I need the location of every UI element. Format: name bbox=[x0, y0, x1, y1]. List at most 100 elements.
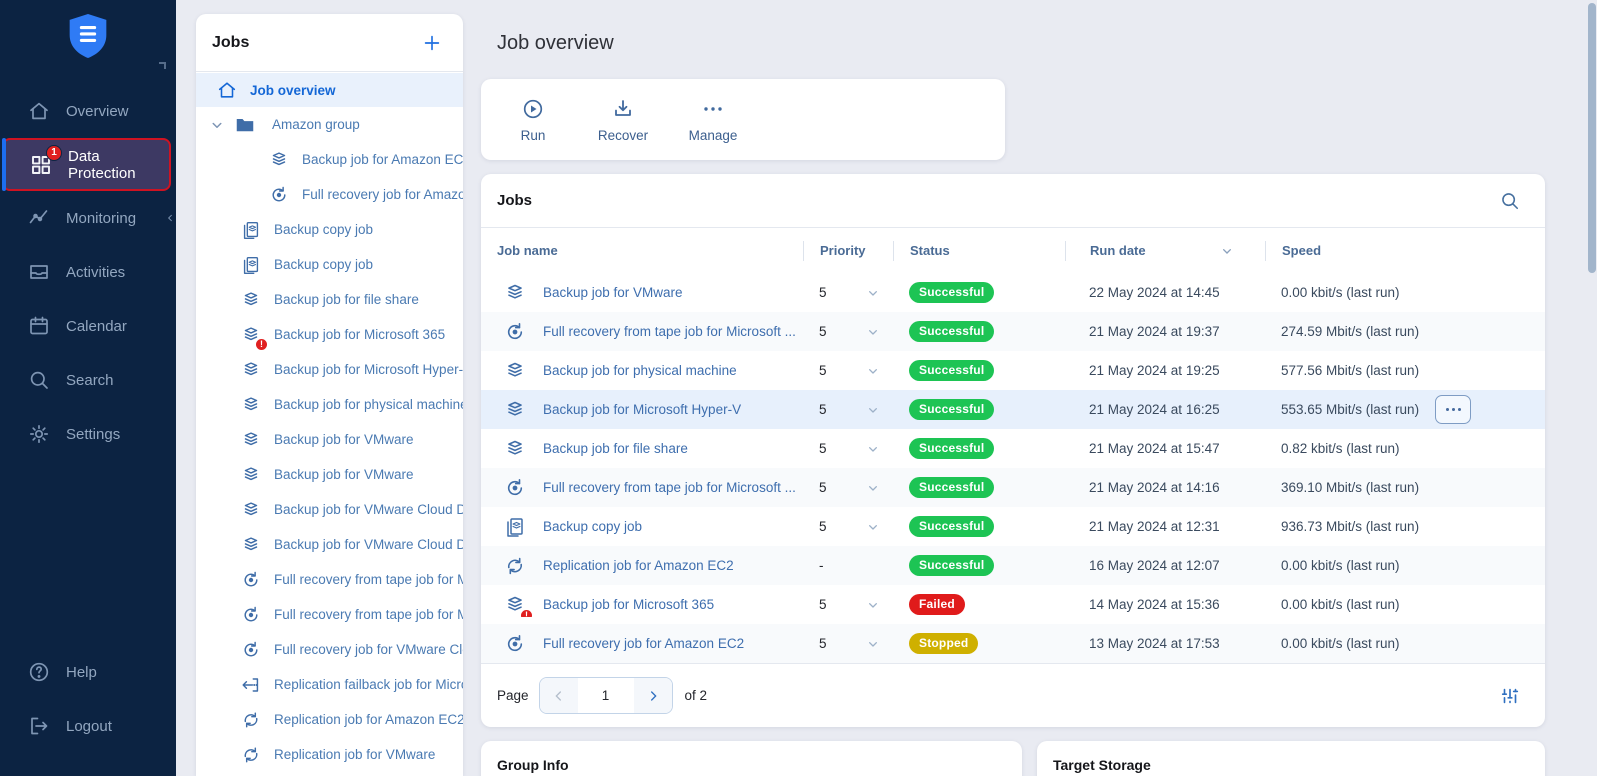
tree-item-amazon-group[interactable]: Amazon group bbox=[196, 107, 463, 142]
column-run-date[interactable]: Run date bbox=[1065, 241, 1265, 261]
priority-cell: 5 bbox=[803, 441, 893, 457]
job-name-cell[interactable]: Backup job for file share bbox=[481, 437, 803, 461]
next-page-button[interactable] bbox=[634, 678, 672, 713]
priority-chevron-down-icon[interactable] bbox=[865, 402, 881, 418]
tree-item-backup-job-for-vmware[interactable]: Backup job for VMware bbox=[196, 422, 463, 457]
search-icon[interactable] bbox=[1499, 190, 1521, 212]
column-status[interactable]: Status bbox=[893, 241, 1065, 261]
job-name-link[interactable]: Backup job for file share bbox=[543, 441, 688, 456]
job-name-cell[interactable]: Replication job for Amazon EC2 bbox=[481, 554, 803, 578]
sidebar-item-help[interactable]: Help bbox=[0, 645, 176, 699]
job-row-full-recovery-from-tape-job-for-microsoft[interactable]: Full recovery from tape job for Microsof… bbox=[481, 312, 1545, 351]
job-row-full-recovery-job-for-amazon-ec2[interactable]: Full recovery job for Amazon EC25Stopped… bbox=[481, 624, 1545, 663]
job-name-link[interactable]: Replication job for Amazon EC2 bbox=[543, 558, 734, 573]
priority-chevron-down-icon[interactable] bbox=[865, 480, 881, 496]
recover-button[interactable]: Recover bbox=[593, 97, 653, 143]
tree-item-backup-job-for-physical-machine[interactable]: Backup job for physical machine bbox=[196, 387, 463, 422]
tree-item-backup-job-for-vmware[interactable]: Backup job for VMware bbox=[196, 457, 463, 492]
tree-item-backup-job-for-amazon-ec2[interactable]: Backup job for Amazon EC2 bbox=[196, 142, 463, 177]
tree-item-full-recovery-job-for-amazon-ec2[interactable]: Full recovery job for Amazon EC2 bbox=[196, 177, 463, 212]
copy-job-icon bbox=[503, 515, 527, 539]
priority-chevron-down-icon[interactable] bbox=[865, 441, 881, 457]
job-name-cell[interactable]: Backup job for physical machine bbox=[481, 359, 803, 383]
job-name-link[interactable]: Backup job for Microsoft 365 bbox=[543, 597, 714, 612]
tree-item-job-overview[interactable]: Job overview bbox=[196, 73, 463, 107]
collapse-chevron-icon[interactable] bbox=[165, 210, 176, 226]
job-row-full-recovery-from-tape-job-for-microsoft[interactable]: Full recovery from tape job for Microsof… bbox=[481, 468, 1545, 507]
priority-chevron-down-icon[interactable] bbox=[865, 285, 881, 301]
job-row-backup-job-for-physical-machine[interactable]: Backup job for physical machine5Successf… bbox=[481, 351, 1545, 390]
priority-chevron-down-icon[interactable] bbox=[865, 636, 881, 652]
toolbar-button-label: Manage bbox=[689, 128, 738, 143]
job-name-link[interactable]: Full recovery from tape job for Microsof… bbox=[543, 480, 796, 495]
priority-chevron-down-icon[interactable] bbox=[865, 324, 881, 340]
row-actions-button[interactable] bbox=[1435, 395, 1471, 424]
tree-item-backup-job-for-microsoft-hyper-v[interactable]: Backup job for Microsoft Hyper-V bbox=[196, 352, 463, 387]
add-job-button[interactable] bbox=[421, 32, 443, 54]
tree-item-replication-failback-job-for-microsof[interactable]: Replication failback job for Microsof bbox=[196, 667, 463, 702]
job-row-backup-job-for-vmware[interactable]: Backup job for VMware5Successful22 May 2… bbox=[481, 273, 1545, 312]
job-name-cell[interactable]: Full recovery job for Amazon EC2 bbox=[481, 632, 803, 656]
tree-item-replication-job-for-vmware[interactable]: Replication job for VMware bbox=[196, 737, 463, 772]
job-row-backup-job-for-microsoft-hyper-v[interactable]: Backup job for Microsoft Hyper-V5Success… bbox=[481, 390, 1545, 429]
sidebar-item-overview[interactable]: Overview bbox=[0, 84, 176, 138]
job-name-link[interactable]: Backup job for VMware bbox=[543, 285, 683, 300]
run-date-cell: 16 May 2024 at 12:07 bbox=[1065, 558, 1265, 573]
gear-icon bbox=[27, 422, 51, 446]
vertical-scrollbar-thumb[interactable] bbox=[1588, 3, 1596, 273]
priority-value: 5 bbox=[819, 519, 827, 534]
group-info-title: Group Info bbox=[497, 757, 1006, 773]
job-row-backup-job-for-file-share[interactable]: Backup job for file share5Successful21 M… bbox=[481, 429, 1545, 468]
job-name-link[interactable]: Backup job for physical machine bbox=[543, 363, 737, 378]
job-name-cell[interactable]: Backup copy job bbox=[481, 515, 803, 539]
chevron-down-icon[interactable] bbox=[208, 116, 226, 134]
column-job-name[interactable]: Job name bbox=[481, 241, 803, 261]
run-date-cell: 21 May 2024 at 12:31 bbox=[1065, 519, 1265, 534]
tree-item-full-recovery-from-tape-job-for-micr[interactable]: Full recovery from tape job for Micr bbox=[196, 562, 463, 597]
manage-button[interactable]: Manage bbox=[683, 97, 743, 143]
tree-item-backup-job-for-file-share[interactable]: Backup job for file share bbox=[196, 282, 463, 317]
tree-item-backup-copy-job[interactable]: Backup copy job bbox=[196, 212, 463, 247]
sidebar-item-activities[interactable]: Activities bbox=[0, 245, 176, 299]
tree-item-full-recovery-from-tape-job-for-micr[interactable]: Full recovery from tape job for Micr bbox=[196, 597, 463, 632]
sidebar-item-logout[interactable]: Logout bbox=[0, 699, 176, 753]
sidebar-collapse-handle[interactable] bbox=[159, 62, 166, 69]
sidebar-item-monitoring[interactable]: Monitoring bbox=[0, 191, 176, 245]
column-priority[interactable]: Priority bbox=[803, 241, 893, 261]
status-cell: Successful bbox=[893, 360, 1065, 381]
priority-chevron-down-icon[interactable] bbox=[865, 519, 881, 535]
job-row-replication-job-for-amazon-ec2[interactable]: Replication job for Amazon EC2-Successfu… bbox=[481, 546, 1545, 585]
job-row-backup-job-for-microsoft-365[interactable]: !Backup job for Microsoft 3655Failed14 M… bbox=[481, 585, 1545, 624]
tree-item-label: Backup copy job bbox=[274, 257, 373, 272]
job-name-link[interactable]: Backup job for Microsoft Hyper-V bbox=[543, 402, 741, 417]
job-name-cell[interactable]: Backup job for Microsoft Hyper-V bbox=[481, 398, 803, 422]
sidebar-item-calendar[interactable]: Calendar bbox=[0, 299, 176, 353]
job-name-cell[interactable]: Backup job for VMware bbox=[481, 281, 803, 305]
status-cell: Successful bbox=[893, 282, 1065, 303]
sidebar-item-settings[interactable]: Settings bbox=[0, 407, 176, 461]
column-speed[interactable]: Speed bbox=[1265, 241, 1545, 261]
sort-chevron-down-icon[interactable] bbox=[1219, 243, 1235, 259]
tree-item-backup-job-for-microsoft-365[interactable]: !Backup job for Microsoft 365 bbox=[196, 317, 463, 352]
filter-icon[interactable] bbox=[1499, 685, 1521, 707]
job-name-link[interactable]: Full recovery job for Amazon EC2 bbox=[543, 636, 744, 651]
sidebar-item-data-protection[interactable]: 1Data Protection bbox=[2, 138, 171, 191]
priority-chevron-down-icon[interactable] bbox=[865, 597, 881, 613]
job-name-link[interactable]: Backup copy job bbox=[543, 519, 642, 534]
job-name-cell[interactable]: Full recovery from tape job for Microsof… bbox=[481, 320, 803, 344]
prev-page-button[interactable] bbox=[540, 678, 578, 713]
sidebar-item-search[interactable]: Search bbox=[0, 353, 176, 407]
job-row-backup-copy-job[interactable]: Backup copy job5Successful21 May 2024 at… bbox=[481, 507, 1545, 546]
recover-icon bbox=[611, 97, 635, 121]
tree-item-backup-job-for-vmware-cloud-direc[interactable]: Backup job for VMware Cloud Direc bbox=[196, 527, 463, 562]
tree-item-full-recovery-job-for-vmware-cloud[interactable]: Full recovery job for VMware Cloud bbox=[196, 632, 463, 667]
page-number-input[interactable]: 1 bbox=[578, 688, 634, 703]
job-name-cell[interactable]: Full recovery from tape job for Microsof… bbox=[481, 476, 803, 500]
run-button[interactable]: Run bbox=[503, 97, 563, 143]
tree-item-backup-job-for-vmware-cloud-direc[interactable]: Backup job for VMware Cloud Direc bbox=[196, 492, 463, 527]
tree-item-replication-job-for-amazon-ec2[interactable]: Replication job for Amazon EC2 bbox=[196, 702, 463, 737]
priority-chevron-down-icon[interactable] bbox=[865, 363, 881, 379]
tree-item-backup-copy-job[interactable]: Backup copy job bbox=[196, 247, 463, 282]
job-name-link[interactable]: Full recovery from tape job for Microsof… bbox=[543, 324, 796, 339]
job-name-cell[interactable]: !Backup job for Microsoft 365 bbox=[481, 593, 803, 617]
